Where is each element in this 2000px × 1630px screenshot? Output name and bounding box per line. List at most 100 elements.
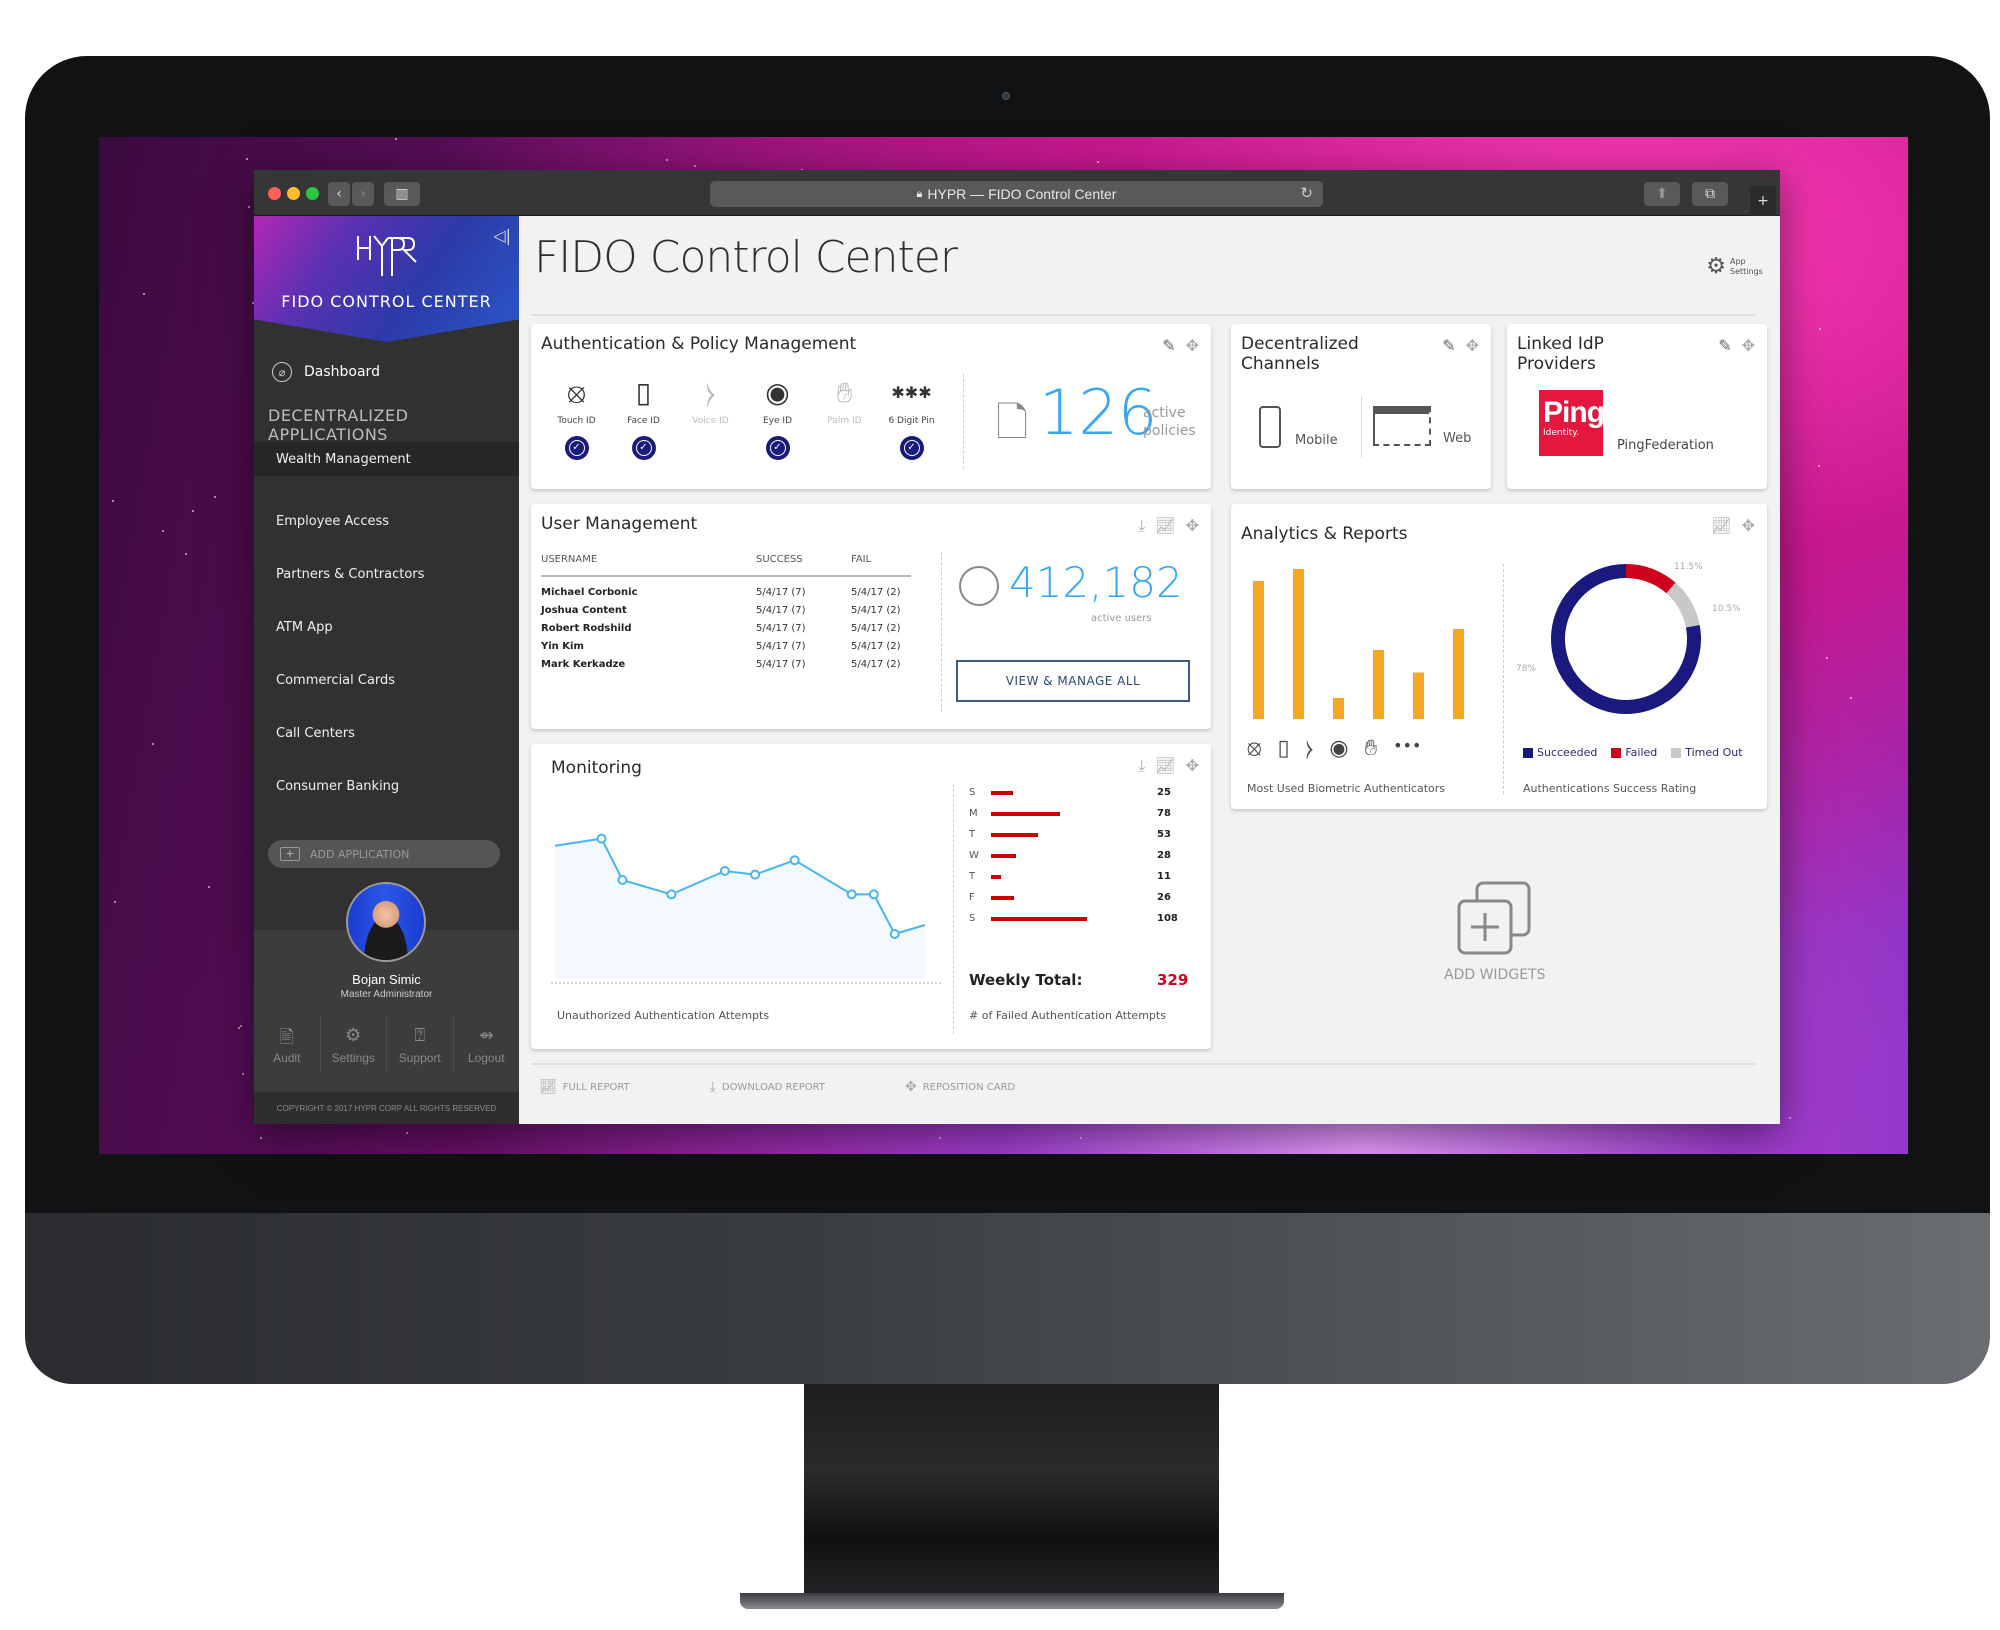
divider bbox=[941, 552, 942, 712]
bar bbox=[991, 916, 1087, 921]
sidebar-toggle-button[interactable]: ▥ bbox=[384, 182, 420, 206]
move-icon[interactable]: ✥ bbox=[1186, 336, 1199, 355]
collapse-sidebar-icon[interactable]: ◁| bbox=[493, 226, 511, 245]
card-tools: ⤓ 📈︎ ✥ bbox=[1138, 516, 1199, 536]
avatar[interactable] bbox=[346, 882, 426, 962]
chart-icon[interactable]: 📈︎ bbox=[1155, 516, 1175, 536]
line-chart-point bbox=[617, 875, 628, 885]
active-users-label: active users bbox=[1091, 613, 1152, 624]
bar-tick-label: T bbox=[969, 871, 976, 882]
close-window-button[interactable] bbox=[268, 187, 281, 200]
column-header-fail[interactable]: FAIL bbox=[851, 554, 911, 577]
channel-mobile[interactable]: Mobile bbox=[1259, 406, 1338, 448]
minimize-window-button[interactable] bbox=[287, 187, 300, 200]
auth-method-palm-id[interactable]: ✋︎ Palm ID bbox=[811, 374, 878, 460]
sidebar-item-employee-access[interactable]: Employee Access bbox=[254, 495, 519, 548]
auth-method-touch-id[interactable]: ⦻ Touch ID ✓ bbox=[543, 374, 610, 460]
edit-icon[interactable]: ✎ bbox=[1442, 336, 1455, 355]
star bbox=[246, 158, 249, 161]
app-label: Wealth Management bbox=[276, 451, 411, 467]
audit-button[interactable]: 🖹︎ Audit bbox=[254, 1016, 321, 1074]
enabled-check-icon[interactable]: ✓ bbox=[765, 436, 790, 460]
auth-method-eye-id[interactable]: ◉ Eye ID ✓ bbox=[744, 374, 811, 460]
auth-method-face-id[interactable]: ▯ Face ID ✓ bbox=[610, 374, 677, 460]
sidebar-icon: ▥ bbox=[395, 186, 409, 202]
support-button[interactable]: ⍰ Support bbox=[387, 1016, 454, 1074]
address-bar[interactable]: 🔒︎ HYPR — FIDO Control Center ↻ bbox=[710, 181, 1323, 207]
move-icon[interactable]: ✥ bbox=[1742, 516, 1755, 535]
sidebar-item-call-centers[interactable]: Call Centers bbox=[254, 707, 519, 760]
sidebar-item-atm-app[interactable]: ATM App bbox=[254, 601, 519, 654]
active-policies-label: active policies bbox=[1143, 405, 1196, 439]
tabs-button[interactable]: ⧉ bbox=[1692, 182, 1728, 206]
sidebar-item-dashboard[interactable]: ⌀ Dashboard bbox=[272, 362, 380, 382]
donut-value-label: 11.5% bbox=[1674, 562, 1703, 572]
star bbox=[248, 206, 251, 209]
move-icon[interactable]: ✥ bbox=[1186, 516, 1199, 536]
auth-method-voice-id[interactable]: ⧽ Voice ID bbox=[677, 374, 744, 460]
table-row[interactable]: Mark Kerkadze 5/4/17 (7) 5/4/17 (2) bbox=[541, 655, 911, 673]
share-button[interactable]: ⬆ bbox=[1644, 182, 1680, 206]
full-report-link[interactable]: 📈︎ FULL REPORT bbox=[539, 1079, 630, 1095]
table-row[interactable]: Michael Corbonic 5/4/17 (7) 5/4/17 (2) bbox=[541, 576, 911, 601]
new-tab-button[interactable]: + bbox=[1750, 186, 1776, 216]
download-report-link[interactable]: ⤓ DOWNLOAD REPORT bbox=[710, 1079, 825, 1095]
help-icon: ⍰ bbox=[414, 1025, 426, 1045]
sidebar-item-wealth-management[interactable]: Wealth Management bbox=[254, 442, 527, 476]
maximize-window-button[interactable] bbox=[306, 187, 319, 200]
add-widgets-button[interactable]: ADD WIDGETS bbox=[1444, 881, 1545, 983]
move-icon[interactable]: ✥ bbox=[1742, 336, 1755, 355]
sidebar-item-consumer-banking[interactable]: Consumer Banking bbox=[254, 760, 519, 813]
bar-value-label: 53 bbox=[1157, 829, 1171, 840]
view-manage-all-button[interactable]: VIEW & MANAGE ALL bbox=[956, 660, 1190, 702]
channel-web[interactable]: Web bbox=[1373, 406, 1471, 446]
column-header-username[interactable]: USERNAME bbox=[541, 554, 756, 577]
audit-icon: 🖹︎ bbox=[279, 1027, 294, 1047]
browser-titlebar: ‹ › ▥ 🔒︎ HYPR — FIDO Control Center ↻ ⬆ … bbox=[254, 170, 1780, 216]
table-row[interactable]: Robert Rodshild 5/4/17 (7) 5/4/17 (2) bbox=[541, 619, 911, 637]
add-application-button[interactable]: + ADD APPLICATION bbox=[268, 840, 500, 868]
sidebar-item-commercial-cards[interactable]: Commercial Cards bbox=[254, 654, 519, 707]
move-icon[interactable]: ✥ bbox=[1466, 336, 1479, 355]
eye-icon: ◉ bbox=[1329, 736, 1349, 761]
line-chart-point bbox=[789, 855, 800, 866]
move-icon[interactable]: ✥ bbox=[1186, 756, 1199, 776]
star bbox=[259, 1137, 262, 1140]
add-widgets-label: ADD WIDGETS bbox=[1444, 967, 1546, 983]
chart-icon[interactable]: 📈︎ bbox=[1711, 516, 1731, 535]
download-icon[interactable]: ⤓ bbox=[1138, 756, 1145, 776]
bar-tick-label: M bbox=[969, 808, 978, 819]
enabled-check-icon[interactable]: ✓ bbox=[631, 436, 656, 460]
table-row[interactable]: Yin Kim 5/4/17 (7) 5/4/17 (2) bbox=[541, 637, 911, 655]
monitor-stand bbox=[804, 1384, 1219, 1604]
auth-method-pin[interactable]: ✱✱✱ 6 Digit Pin ✓ bbox=[878, 374, 945, 460]
card-title: Linked IdP Providers bbox=[1517, 334, 1604, 374]
edit-icon[interactable]: ✎ bbox=[1718, 336, 1731, 355]
card-title: Analytics & Reports bbox=[1241, 524, 1408, 544]
table-header-row: USERNAME SUCCESS FAIL bbox=[541, 554, 911, 577]
app-settings-button[interactable]: ⚙ App Settings bbox=[1706, 254, 1764, 279]
forward-button[interactable]: › bbox=[352, 182, 374, 206]
lock-icon: 🔒︎ bbox=[916, 187, 923, 200]
back-button[interactable]: ‹ bbox=[328, 182, 350, 206]
star bbox=[665, 158, 668, 161]
app-label: Commercial Cards bbox=[276, 673, 396, 688]
column-header-success[interactable]: SUCCESS bbox=[756, 554, 851, 577]
settings-button[interactable]: ⚙ Settings bbox=[321, 1016, 387, 1074]
bar-chart-caption: Most Used Biometric Authenticators bbox=[1247, 782, 1446, 795]
ping-identity-logo[interactable]: Ping Identity. bbox=[1539, 390, 1605, 456]
download-icon[interactable]: ⤓ bbox=[1138, 516, 1145, 536]
cell-name: Yin Kim bbox=[541, 641, 584, 652]
reload-icon[interactable]: ↻ bbox=[1300, 184, 1313, 202]
reposition-card-link[interactable]: ✥ REPOSITION CARD bbox=[905, 1079, 1015, 1095]
enabled-check-icon[interactable]: ✓ bbox=[899, 436, 924, 460]
edit-icon[interactable]: ✎ bbox=[1162, 336, 1175, 355]
star bbox=[208, 885, 211, 888]
cell-name: Joshua Content bbox=[541, 605, 627, 616]
star bbox=[1097, 161, 1100, 164]
sidebar-item-partners-contractors[interactable]: Partners & Contractors bbox=[254, 548, 519, 601]
logout-button[interactable]: ⇴ Logout bbox=[454, 1016, 520, 1074]
chart-icon[interactable]: 📈︎ bbox=[1155, 756, 1175, 776]
enabled-check-icon[interactable]: ✓ bbox=[564, 436, 589, 460]
table-row[interactable]: Joshua Content 5/4/17 (7) 5/4/17 (2) bbox=[541, 601, 911, 619]
